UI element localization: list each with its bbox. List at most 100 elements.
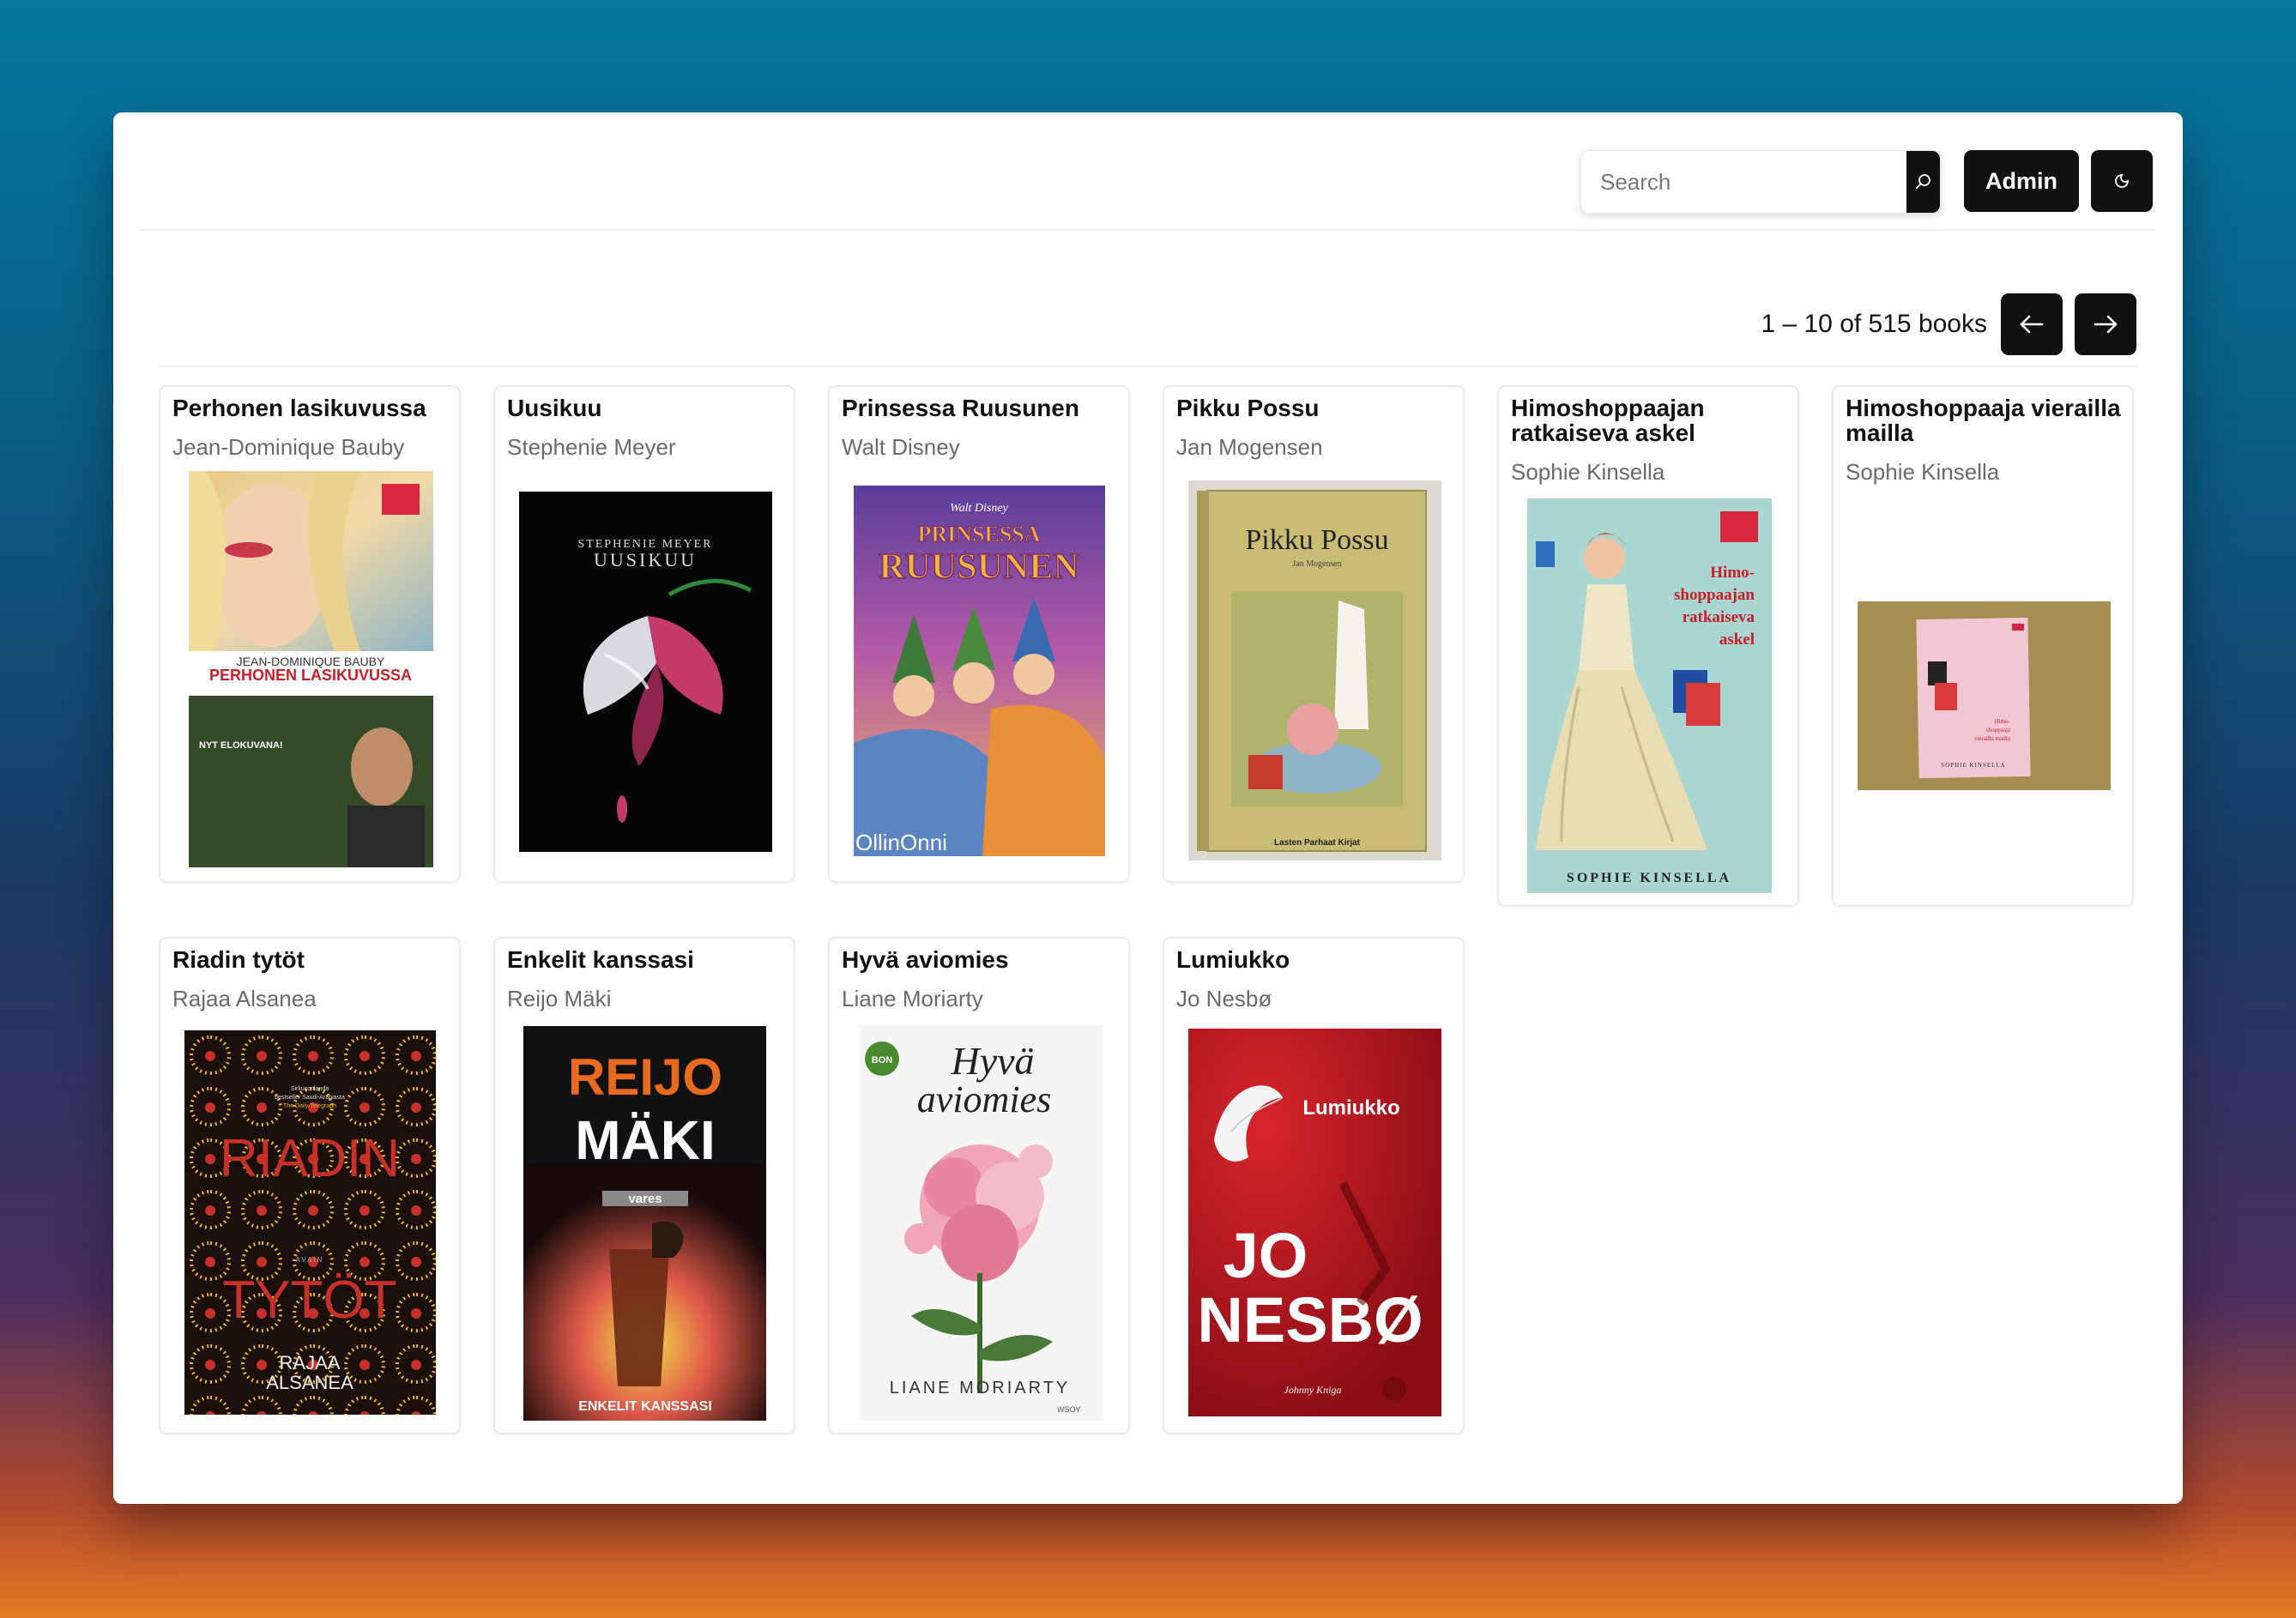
cover-text: shoppaaja (1986, 727, 2011, 734)
cover-text: Walt Disney (950, 502, 1008, 515)
cover-text: Lasten Parhaat Kirjat (1274, 838, 1361, 848)
book-author: Jo Nesbø (1176, 986, 1272, 1011)
cover-text: vierailla mailla (1974, 735, 2011, 742)
cover-art: BON Hyvä aviomies LIANE MORIARTY WSOY (860, 1024, 1103, 1421)
book-title[interactable]: Perhonen lasikuvussa (172, 395, 450, 420)
book-author: Stephenie Meyer (507, 434, 676, 460)
search-box (1580, 150, 1941, 214)
book-card[interactable]: Himoshoppaajan ratkaiseva askel Sophie K… (1497, 385, 1799, 907)
book-card[interactable]: Enkelit kanssasi Reijo Mäki REIJO MÄKI v… (493, 937, 795, 1434)
cover-text: vares (628, 1192, 662, 1206)
book-title[interactable]: Uusikuu (507, 395, 785, 420)
cover-text: RAJAA (280, 1352, 341, 1373)
cover-text: Johnny Kniga (1284, 1384, 1342, 1396)
pagination: 1 – 10 of 515 books (1761, 293, 2136, 356)
cover-text: Sirkusonlanda (291, 1086, 329, 1092)
cover-text: shoppaajan (1674, 586, 1755, 604)
cover-art: Walt Disney PRINSESSA RUUSUNEN OllinOnni (854, 486, 1105, 856)
cover-text: LIANE MORIARTY (890, 1379, 1071, 1398)
cover-art: STEPHENIE MEYER UUSIKUU (577, 538, 752, 823)
cover-text: NESBØ (1197, 1284, 1423, 1355)
cover-text: RUUSUNEN (879, 547, 1079, 587)
book-card[interactable]: Perhonen lasikuvussa Jean-Dominique Baub… (159, 385, 461, 883)
book-author: Sophie Kinsella (1511, 459, 1665, 485)
cover-text: BON (872, 1055, 893, 1066)
cover-text: Jan Mogensen (1292, 559, 1342, 569)
theme-toggle-button[interactable] (2091, 150, 2153, 212)
book-cover[interactable]: BON Hyvä aviomies LIANE MORIARTY WSOY (860, 1024, 1103, 1421)
book-card[interactable]: Pikku Possu Jan Mogensen Pikku Possu Jan… (1163, 385, 1465, 883)
cover-text: PERHONEN LASIKUVUSSA (209, 667, 412, 684)
book-card[interactable]: Riadin tytöt Rajaa Alsanea Sirkusonlanda… (159, 937, 461, 1434)
book-card[interactable]: Prinsessa Ruusunen Walt Disney Walt Disn… (828, 385, 1130, 883)
book-title[interactable]: Hyvä aviomies (842, 947, 1120, 972)
search-input[interactable] (1581, 151, 1906, 213)
cover-art: Himo- shoppaaja vierailla mailla SOPHIE … (1858, 601, 2111, 790)
book-cover[interactable]: Walt Disney PRINSESSA RUUSUNEN OllinOnni (854, 486, 1105, 856)
book-cover[interactable]: Pikku Possu Jan Mogensen Lasten Parhaat … (1188, 480, 1441, 860)
book-author: Reijo Mäki (507, 986, 612, 1011)
cover-art: REIJO MÄKI vares ENKELIT KANSSASI (523, 1026, 766, 1421)
cover-text: SOPHIE KINSELLA (1567, 871, 1731, 885)
cover-text: ALSANEA (266, 1372, 353, 1393)
book-card[interactable]: Lumiukko Jo Nesbø Lumiukko JO NESBØ John… (1163, 937, 1465, 1434)
book-card[interactable]: Himoshoppaaja vierailla mailla Sophie Ki… (1832, 385, 2134, 907)
cover-text: Himo- (1710, 564, 1755, 582)
cover-text: PRINSESSA (917, 522, 1040, 546)
book-title[interactable]: Himoshoppaaja vierailla mailla (1846, 395, 2124, 445)
search-icon (1915, 174, 1930, 189)
cover-text: NYT ELOKUVANA! (199, 740, 283, 751)
cover-art: Himo- shoppaajan ratkaiseva askel SOPHIE… (1527, 498, 1772, 893)
search-button[interactable] (1906, 151, 1940, 213)
cover-text: JO (1224, 1220, 1308, 1291)
cover-text: UUSIKUU (594, 549, 697, 571)
arrow-right-icon (2094, 315, 2118, 334)
arrow-left-icon (2020, 315, 2044, 334)
cover-text: Hyvä (950, 1039, 1034, 1083)
cover-art: Pikku Possu Jan Mogensen Lasten Parhaat … (1188, 480, 1441, 860)
book-author: Liane Moriarty (842, 986, 983, 1011)
cover-art: JEAN-DOMINIQUE BAUBY PERHONEN LASIKUVUSS… (189, 471, 433, 867)
cover-text: WSOY (1057, 1405, 1081, 1414)
book-cover[interactable]: JEAN-DOMINIQUE BAUBY PERHONEN LASIKUVUSS… (189, 471, 433, 867)
book-cover[interactable]: STEPHENIE MEYER UUSIKUU (519, 492, 772, 852)
cover-text: OllinOnni (855, 830, 947, 855)
book-author: Jan Mogensen (1176, 434, 1323, 460)
cover-text: SOPHIE KINSELLA (1941, 762, 2005, 769)
cover-text: Lumiukko (1302, 1096, 1399, 1120)
book-card[interactable]: Uusikuu Stephenie Meyer STEPHENIE MEYER … (493, 385, 795, 883)
cover-text: bestseller Saudi-Arabiasta (275, 1095, 345, 1101)
book-title[interactable]: Prinsessa Ruusunen (842, 395, 1120, 420)
book-cover[interactable]: Himo- shoppaajan ratkaiseva askel SOPHIE… (1527, 498, 1772, 893)
book-author: Sophie Kinsella (1846, 459, 2000, 485)
cover-text: MÄKI (575, 1109, 716, 1171)
admin-button[interactable]: Admin (1964, 150, 2079, 212)
book-author: Rajaa Alsanea (172, 986, 317, 1011)
cover-text: aviomies (917, 1078, 1051, 1120)
cover-text: askel (1719, 631, 1755, 649)
cover-text: Pikku Possu (1245, 524, 1388, 556)
book-card[interactable]: Hyvä aviomies Liane Moriarty BON Hyvä av… (828, 937, 1130, 1434)
book-cover[interactable]: REIJO MÄKI vares ENKELIT KANSSASI (523, 1026, 766, 1421)
book-title[interactable]: Himoshoppaajan ratkaiseva askel (1511, 395, 1789, 445)
book-cover[interactable]: Sirkusonlanda bestseller Saudi-Arabiasta… (184, 1030, 436, 1415)
book-title[interactable]: Lumiukko (1176, 947, 1454, 972)
cover-text: ratkaiseva (1683, 608, 1755, 626)
cover-text: REIJO (568, 1048, 722, 1106)
divider (158, 365, 2138, 367)
book-title[interactable]: Enkelit kanssasi (507, 947, 785, 972)
book-cover[interactable]: Himo- shoppaaja vierailla mailla SOPHIE … (1858, 601, 2111, 790)
book-author: Walt Disney (842, 434, 960, 460)
pagination-summary: 1 – 10 of 515 books (1761, 310, 1987, 338)
cover-text: TYTÖT (222, 1271, 396, 1330)
cover-text: RIADIN (220, 1129, 400, 1188)
book-cover[interactable]: Lumiukko JO NESBØ Johnny Kniga (1188, 1029, 1441, 1416)
book-title[interactable]: Pikku Possu (1176, 395, 1454, 420)
previous-page-button[interactable] (2001, 293, 2063, 355)
cover-art: Sirkusonlanda bestseller Saudi-Arabiasta… (184, 1030, 436, 1415)
next-page-button[interactable] (2075, 293, 2136, 355)
main-panel: Admin 1 – 10 of 515 books Perhonen lasik… (113, 112, 2183, 1504)
theme-toggle-icon (2115, 174, 2129, 188)
cover-art: Lumiukko JO NESBØ Johnny Kniga (1188, 1029, 1441, 1416)
book-title[interactable]: Riadin tytöt (172, 947, 450, 972)
